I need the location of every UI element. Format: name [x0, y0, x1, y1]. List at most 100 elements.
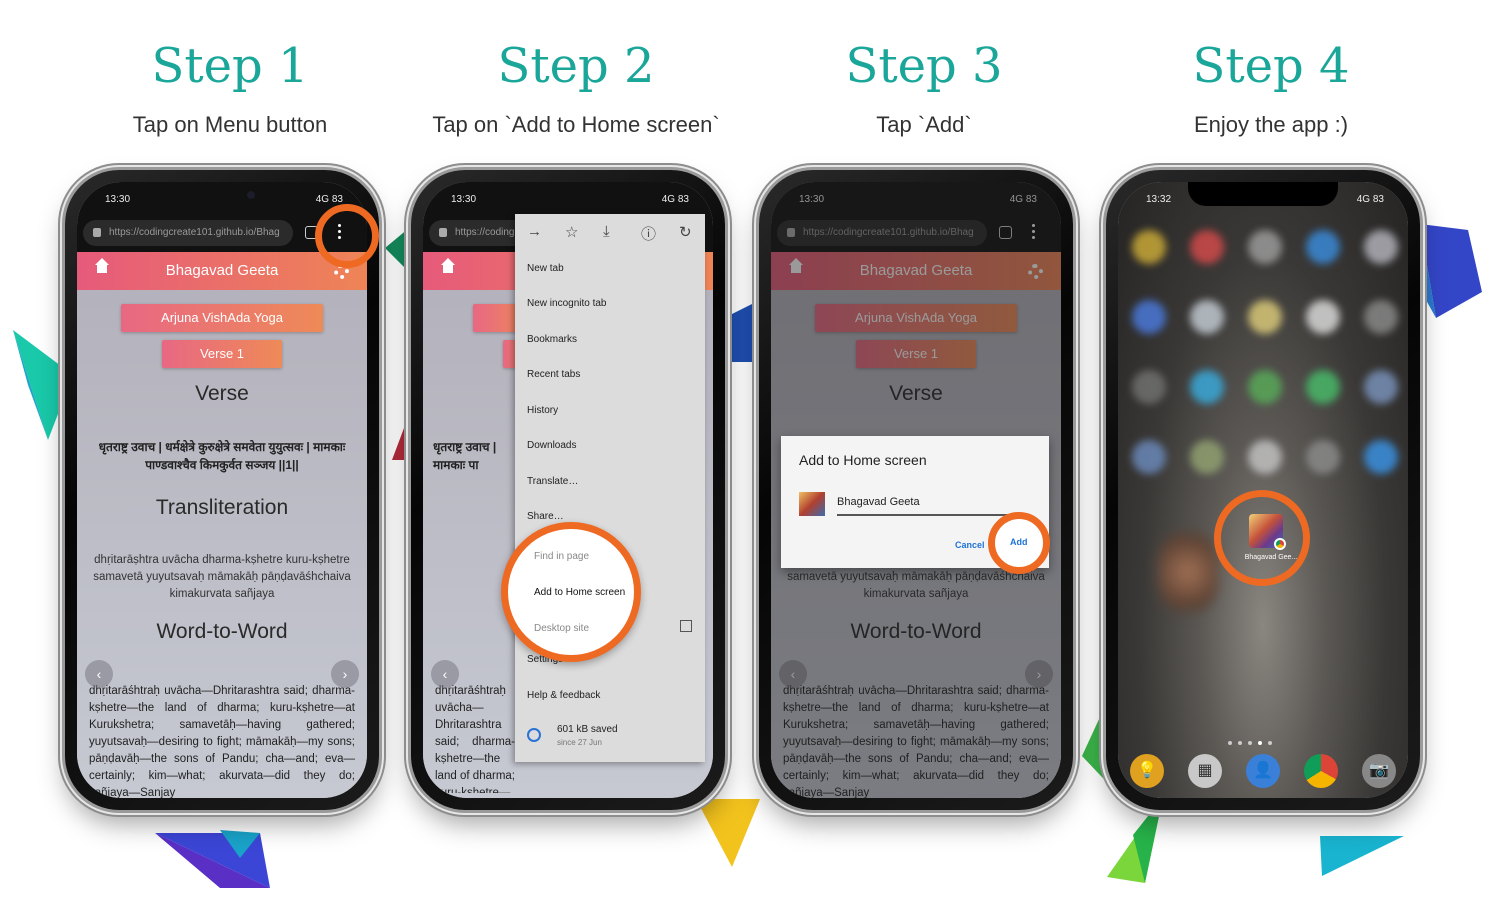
data-saved-text: 601 kB saved: [557, 724, 618, 735]
highlight-menu-ring: [315, 204, 379, 268]
url-text: https://codingcreate101.github.io/Bhag: [109, 227, 280, 238]
blurred-app-icon[interactable]: [1364, 440, 1398, 474]
blurred-app-icon[interactable]: [1364, 230, 1398, 264]
blurred-app-icon[interactable]: [1248, 370, 1282, 404]
phone-notch: [1188, 182, 1338, 206]
blurred-app-icon[interactable]: [1306, 370, 1340, 404]
shortcut-name-input[interactable]: Bhagavad Geeta: [837, 496, 920, 508]
blurred-app-icon[interactable]: [1132, 370, 1166, 404]
word-to-word-text: dhṛitarāśhtraḥ uvācha—Dhritarashtra said…: [89, 685, 355, 798]
blurred-app-icon[interactable]: [1190, 440, 1224, 474]
phone-frame: 13:30 4G 83 https://coding धृतराष्ट्र उव…: [411, 170, 725, 810]
address-bar[interactable]: https://codingcreate101.github.io/Bhag: [83, 220, 293, 246]
menu-icon-row: → ☆ ⤓ ⓘ ↻: [515, 214, 705, 250]
blurred-app-icon[interactable]: [1306, 230, 1340, 264]
step-title: Step 1: [151, 38, 309, 94]
camera-icon[interactable]: 📷: [1362, 754, 1396, 788]
menu-item-downloads[interactable]: Downloads: [527, 440, 576, 451]
menu-item-new-incognito-tab[interactable]: New incognito tab: [527, 298, 607, 309]
menu-item-desktop-site[interactable]: Desktop site: [534, 623, 589, 634]
step-2: Step 2 Tap on `Add to Home screen` 13:30…: [403, 0, 749, 900]
step-title: Step 2: [497, 38, 655, 94]
input-underline: [837, 514, 1027, 516]
step-caption: Tap on `Add to Home screen`: [432, 112, 720, 137]
sanskrit-text: धृतराष्ट्र उवाच | धर्मक्षेत्रे कुरुक्षेत…: [98, 440, 346, 472]
word-to-word-heading: Word-to-Word: [156, 620, 288, 643]
next-verse-button[interactable]: ›: [331, 660, 359, 688]
browser-overflow-menu: → ☆ ⤓ ⓘ ↻ New tab New incognito tab Book…: [515, 214, 705, 762]
download-icon[interactable]: ⤓: [603, 223, 610, 240]
forward-icon[interactable]: →: [527, 223, 542, 240]
menu-item-add-to-home-screen[interactable]: Add to Home screen: [534, 587, 625, 598]
step-3: Step 3 Tap `Add` 13:30 4G 83 https://cod…: [751, 0, 1097, 900]
data-saved-since: since 27 Jun: [557, 738, 602, 747]
phone-frame: 13:30 4G 83 https://codingcreate101.gith…: [65, 170, 379, 810]
cancel-button[interactable]: Cancel: [955, 540, 985, 550]
dialog-title: Add to Home screen: [799, 452, 927, 468]
page-indicator: [1228, 732, 1298, 745]
status-time: 13:30: [451, 194, 477, 205]
step-4: Step 4 Enjoy the app :) 13:32 4G 83 Bhag…: [1098, 0, 1444, 900]
blurred-app-icon[interactable]: [1364, 300, 1398, 334]
desktop-site-checkbox[interactable]: [680, 620, 692, 632]
step-title: Step 3: [845, 38, 1003, 94]
phone-screen: 13:30 4G 83 https://codingcreate101.gith…: [77, 182, 367, 798]
data-saver-icon: [527, 728, 541, 742]
menu-item-bookmarks[interactable]: Bookmarks: [527, 334, 577, 345]
blurred-app-icon[interactable]: [1364, 370, 1398, 404]
prev-verse-button[interactable]: ‹: [431, 660, 459, 688]
chapter-button[interactable]: Arjuna VishAda Yoga: [121, 304, 323, 332]
lock-icon: [93, 228, 101, 237]
highlight-add-to-home-circle: Find in page Add to Home screen Desktop …: [501, 522, 641, 662]
word-to-word-text: dhṛitarāśhtraḥ uvācha—Dhritarashtra said…: [435, 685, 515, 793]
blurred-app-icon[interactable]: [1132, 300, 1166, 334]
phone-screen: 13:30 4G 83 https://codingcreate101.gith…: [771, 182, 1061, 798]
verse-button[interactable]: Verse 1: [162, 340, 282, 368]
blurred-app-icon[interactable]: [1190, 230, 1224, 264]
prev-verse-button[interactable]: ‹: [85, 660, 113, 688]
step-title: Step 4: [1192, 38, 1350, 94]
menu-item-new-tab[interactable]: New tab: [527, 263, 564, 274]
home-icon[interactable]: [441, 258, 455, 276]
camera-dot: [247, 191, 255, 199]
transliteration-heading: Transliteration: [155, 496, 289, 519]
menu-item-translate[interactable]: Translate…: [527, 476, 578, 487]
step-caption: Tap on Menu button: [132, 112, 328, 137]
blurred-app-icon[interactable]: [1132, 440, 1166, 474]
sanskrit-text: धृतराष्ट्र उवाच | मामकाः पा: [433, 440, 497, 472]
blurred-app-icon[interactable]: [1132, 230, 1166, 264]
step-1: Step 1 Tap on Menu button 13:30 4G 83 ht…: [57, 0, 403, 900]
calculator-icon[interactable]: ▦: [1188, 754, 1222, 788]
url-text: https://coding: [455, 227, 515, 238]
app-thumbnail: [799, 492, 825, 516]
verse-content: Arjuna VishAda Yoga Verse 1 Verse धृतराष…: [77, 290, 367, 798]
menu-item-help-feedback[interactable]: Help & feedback: [527, 690, 600, 701]
star-icon[interactable]: ☆: [565, 223, 578, 241]
menu-item-recent-tabs[interactable]: Recent tabs: [527, 369, 580, 380]
refresh-icon[interactable]: ↻: [679, 223, 692, 241]
status-signal: 4G 83: [661, 194, 689, 205]
menu-item-share[interactable]: Share…: [527, 511, 564, 522]
phone-frame: 13:32 4G 83 Bhagavad Gee... 💡 ▦ 👤 📷: [1106, 170, 1420, 810]
step-caption: Enjoy the app :): [1193, 112, 1349, 137]
status-signal: 4G 83: [1356, 194, 1384, 205]
add-button-highlight[interactable]: Add: [1010, 537, 1028, 547]
blurred-app-icon[interactable]: [1248, 440, 1282, 474]
status-bar: 13:30 4G 83: [77, 182, 367, 214]
info-icon[interactable]: ⓘ: [641, 223, 656, 244]
blurred-app-icon[interactable]: [1248, 300, 1282, 334]
lock-icon: [439, 228, 447, 237]
lightbulb-icon[interactable]: 💡: [1130, 754, 1164, 788]
phone-frame: 13:30 4G 83 https://codingcreate101.gith…: [759, 170, 1073, 810]
phone-screen: 13:30 4G 83 https://coding धृतराष्ट्र उव…: [423, 182, 713, 798]
contacts-icon[interactable]: 👤: [1246, 754, 1280, 788]
step-caption: Tap `Add`: [876, 112, 972, 137]
blurred-app-icon[interactable]: [1306, 440, 1340, 474]
blurred-app-icon[interactable]: [1190, 300, 1224, 334]
blurred-app-icon[interactable]: [1248, 230, 1282, 264]
blurred-app-icon[interactable]: [1190, 370, 1224, 404]
blurred-app-icon[interactable]: [1306, 300, 1340, 334]
menu-item-history[interactable]: History: [527, 405, 558, 416]
chrome-icon[interactable]: [1304, 754, 1338, 788]
menu-item-find-in-page[interactable]: Find in page: [534, 551, 589, 562]
